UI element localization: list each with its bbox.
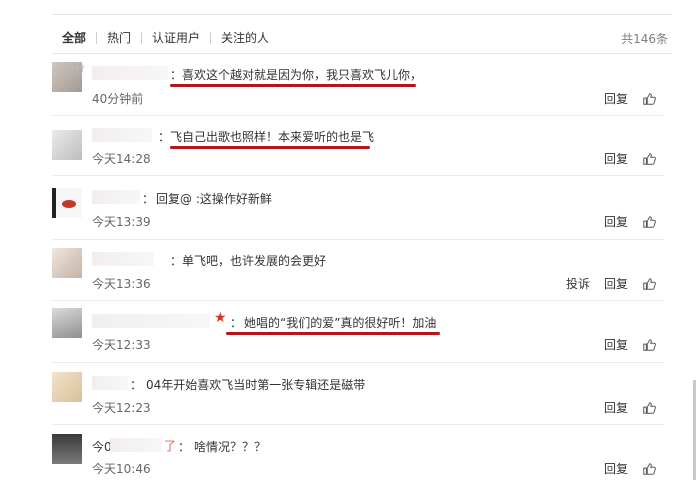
username[interactable]	[92, 252, 154, 266]
username[interactable]	[92, 314, 210, 328]
tab-verified[interactable]: 认证用户	[142, 29, 210, 47]
thumbs-up-icon[interactable]	[642, 215, 656, 229]
comment-text: 单飞吧，也许发展的会更好	[182, 254, 327, 268]
comment-text: 她唱的“我们的爱”真的很好听！加油	[244, 316, 437, 330]
comment-prefix: ：	[158, 130, 171, 144]
comment-divider	[52, 175, 664, 176]
comment-divider	[52, 424, 664, 425]
avatar[interactable]	[52, 372, 82, 402]
username-tail: 了	[164, 439, 177, 453]
reply-button[interactable]: 回复	[604, 213, 628, 230]
comment-actions: 回复	[604, 90, 656, 107]
report-button[interactable]: 投诉	[566, 275, 590, 292]
star-icon: ★	[214, 310, 227, 326]
comment-time: 今天13:36	[92, 277, 151, 291]
comment-actions: 投诉 回复	[566, 275, 656, 292]
comment-text: 04年开始喜欢飞当时第一张专辑还是磁带	[146, 378, 366, 392]
comment-time: 今天13:39	[92, 215, 151, 229]
username[interactable]	[92, 66, 168, 80]
comment-time: 40分钟前	[92, 92, 144, 106]
comment-actions: 回复	[604, 399, 656, 416]
comment-item: ： 04年开始喜欢飞当时第一张专辑还是磁带 今天12:23 回复	[52, 366, 672, 425]
thumbs-up-icon[interactable]	[642, 401, 656, 415]
comment-prefix: ：	[230, 316, 243, 330]
comment-divider	[52, 300, 664, 301]
comment-item: ： 单飞吧，也许发展的会更好 今天13:36 投诉 回复	[52, 242, 672, 301]
comment-filter-tabs: 全部 热门 认证用户 关注的人	[56, 28, 279, 48]
reply-button[interactable]: 回复	[604, 90, 628, 107]
comment-item: ： 回复@ :这操作好新鲜 今天13:39 回复	[52, 180, 672, 240]
tabs-divider	[52, 53, 672, 54]
comment-item: 40分 ： 喜欢这个越对就是因为你，我只喜欢飞儿你， 40分钟前 回复	[52, 58, 672, 116]
reply-button[interactable]: 回复	[604, 460, 628, 477]
comment-prefix: ：	[170, 254, 183, 268]
comment-actions: 回复	[604, 150, 656, 167]
comment-prefix: ：	[170, 68, 183, 82]
thumbs-up-icon[interactable]	[642, 277, 656, 291]
comment-text: 飞自己出歌也照样！本来爱听的也是飞	[170, 130, 375, 144]
username[interactable]	[92, 128, 152, 142]
comment-time: 今天12:23	[92, 401, 151, 415]
top-divider	[52, 14, 672, 15]
comment-divider	[52, 239, 664, 240]
comment-actions: 回复	[604, 460, 656, 477]
comment-prefix: ：	[142, 192, 155, 206]
avatar[interactable]	[52, 434, 82, 464]
thumbs-up-icon[interactable]	[642, 338, 656, 352]
comment-actions: 回复	[604, 336, 656, 353]
comment-time: 今天14:28	[92, 152, 151, 166]
avatar[interactable]	[52, 130, 82, 160]
comment-time: 今天10:46	[92, 462, 151, 476]
comment-item: ： 飞自己出歌也照样！本来爱听的也是飞 今天14:28 回复	[52, 118, 672, 176]
username[interactable]	[110, 438, 162, 452]
tab-all[interactable]: 全部	[56, 29, 96, 47]
username[interactable]	[92, 190, 140, 204]
reply-button[interactable]: 回复	[604, 150, 628, 167]
comment-prefix: ：	[178, 440, 191, 454]
avatar-overlay-text: 40分	[60, 62, 85, 75]
comment-prefix: ：	[130, 378, 143, 392]
tab-hot[interactable]: 热门	[97, 29, 141, 47]
comment-count: 共146条	[621, 32, 668, 46]
highlight-underline	[170, 84, 416, 87]
avatar[interactable]	[52, 248, 82, 278]
highlight-underline	[170, 146, 370, 149]
comment-divider	[52, 115, 664, 116]
comment-text: 回复@ :这操作好新鲜	[156, 192, 272, 206]
comment-item: 今0 了 ： 啥情况？？？ 今天10:46 回复	[52, 428, 672, 480]
highlight-underline	[226, 332, 440, 335]
thumbs-up-icon[interactable]	[642, 152, 656, 166]
avatar[interactable]	[52, 188, 82, 218]
thumbs-up-icon[interactable]	[642, 462, 656, 476]
comment-time: 今天12:33	[92, 338, 151, 352]
thumbs-up-icon[interactable]	[642, 92, 656, 106]
comment-item: ★ ： 她唱的“我们的爱”真的很好听！加油 今天12:33 回复	[52, 304, 672, 363]
comment-text: 啥情况？？？	[194, 440, 267, 454]
avatar[interactable]	[52, 308, 82, 338]
comment-divider	[52, 362, 664, 363]
reply-button[interactable]: 回复	[604, 399, 628, 416]
comment-text: 喜欢这个越对就是因为你，我只喜欢飞儿你，	[182, 68, 423, 82]
reply-button[interactable]: 回复	[604, 336, 628, 353]
reply-button[interactable]: 回复	[604, 275, 628, 292]
username[interactable]	[92, 376, 128, 390]
comment-actions: 回复	[604, 213, 656, 230]
username-prefix: 今0	[92, 440, 112, 454]
tab-following[interactable]: 关注的人	[211, 29, 279, 47]
